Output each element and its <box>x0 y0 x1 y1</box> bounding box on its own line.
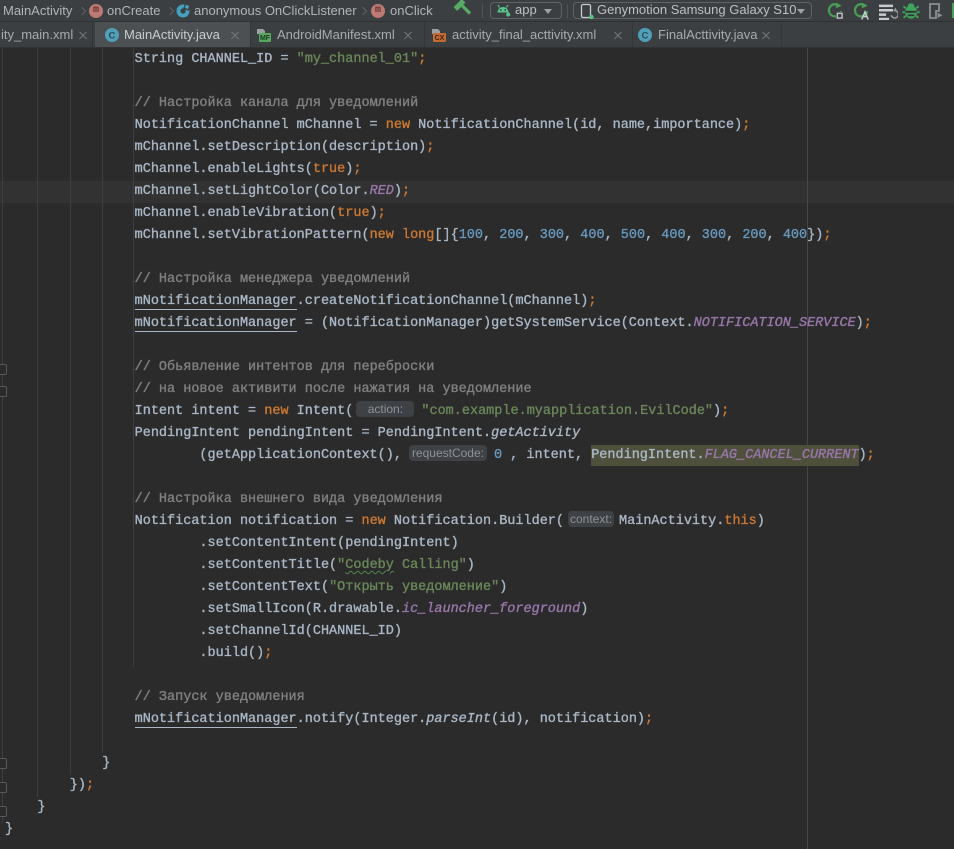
svg-text:CX: CX <box>435 35 445 42</box>
svg-text:C: C <box>642 31 649 42</box>
svg-text:C: C <box>109 31 116 42</box>
svg-text:MF: MF <box>260 35 271 42</box>
